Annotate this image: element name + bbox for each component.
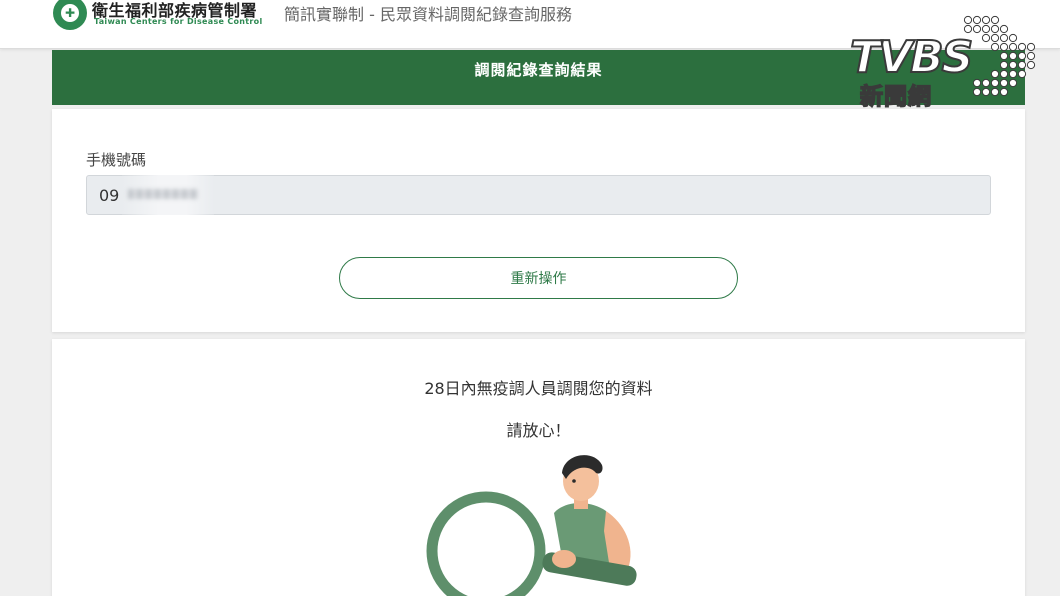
person-eye: [572, 479, 576, 483]
reassure-message: 請放心！: [506, 421, 571, 440]
result-banner-title: 調閱紀錄查詢結果: [474, 61, 603, 79]
cdc-logo-icon[interactable]: ✚: [53, 0, 87, 30]
result-message: 28日內無疫調人員調閱您的資料: [424, 379, 653, 398]
query-card: 手機號碼 09 重新操作: [52, 109, 1025, 332]
person-hand: [552, 550, 576, 568]
phone-redaction-blur: [122, 175, 215, 215]
phone-value-prefix: 09: [99, 185, 120, 205]
tvbs-sub: 新聞網: [859, 84, 932, 110]
redo-button[interactable]: 重新操作: [339, 257, 738, 299]
service-title: 簡訊實聯制 - 民眾資料調閱紀錄查詢服務: [284, 5, 572, 24]
org-name-en: Taiwan Centers for Disease Control: [94, 17, 263, 26]
magnifier-person-illustration: [426, 455, 637, 596]
tvbs-brand: TVBS: [849, 32, 974, 83]
phone-label: 手機號碼: [86, 151, 147, 169]
phone-field: 09: [86, 175, 991, 215]
result-card: 28日內無疫調人員調閱您的資料 請放心！: [52, 339, 1025, 596]
magnifier-ring: [426, 491, 546, 596]
tvbs-watermark: TVBS 新聞網: [848, 14, 1038, 118]
